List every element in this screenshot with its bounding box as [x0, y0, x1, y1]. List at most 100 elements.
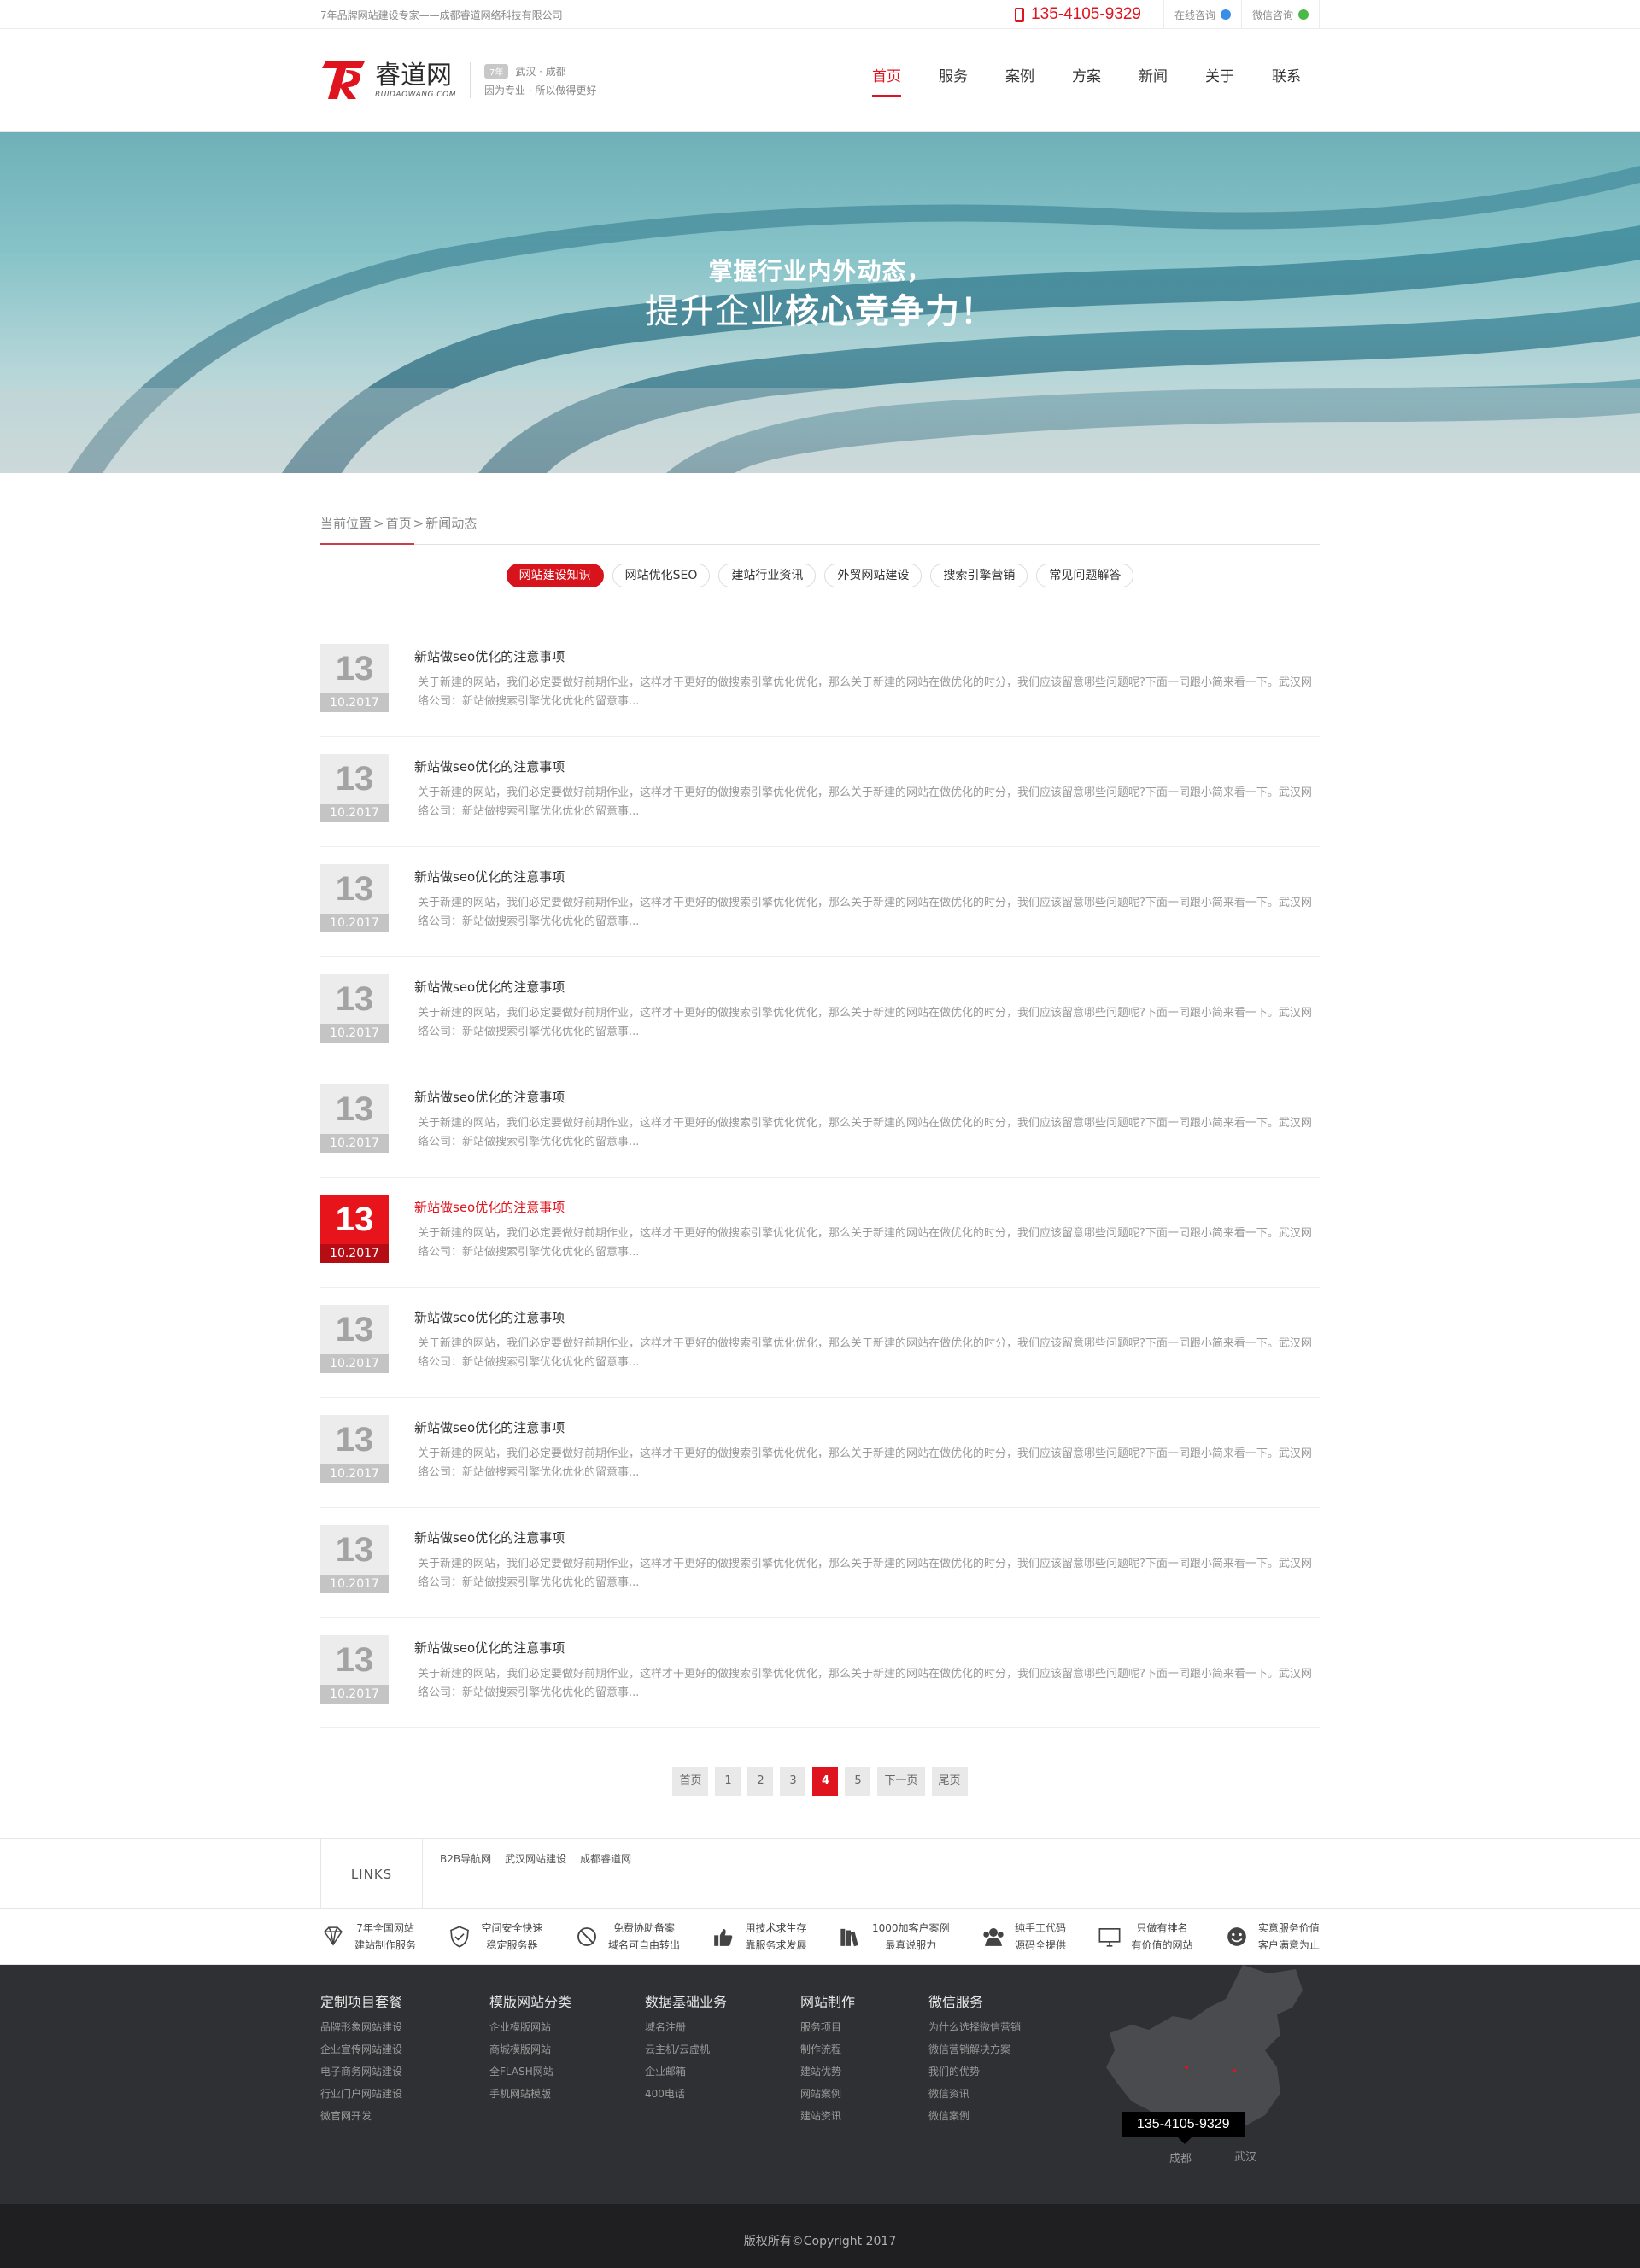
footer-link[interactable]: 全FLASH网站 — [489, 2060, 645, 2083]
tab-category[interactable]: 网站优化SEO — [612, 564, 711, 587]
next-page-button[interactable]: 下一页 — [877, 1767, 925, 1796]
news-month-year: 10.2017 — [320, 1244, 389, 1263]
nav-item-contact[interactable]: 联系 — [1253, 61, 1320, 99]
feature-line-2: 有价值的网站 — [1131, 1939, 1193, 1951]
footer-column: 模版网站分类 企业模版网站 商城模版网站 全FLASH网站 手机网站模版 — [489, 1990, 645, 2204]
map-city-chengdu[interactable]: 成都 — [1169, 2149, 1192, 2166]
top-slogan: 7年品牌网站建设专家——成都睿道网络科技有限公司 — [320, 9, 563, 21]
breadcrumb-home[interactable]: 首页 — [386, 516, 412, 531]
footer-link[interactable]: 企业宣传网站建设 — [320, 2038, 489, 2060]
news-item[interactable]: 13 10.2017 新站做seo优化的注意事项 关于新建的网站，我们必定要做好前期作… — [320, 1618, 1320, 1728]
footer-link[interactable]: 建站优势 — [800, 2060, 928, 2083]
footer-link[interactable]: 企业模版网站 — [489, 2016, 645, 2038]
online-consult-link[interactable]: 在线咨询 — [1163, 0, 1241, 29]
nav-item-about[interactable]: 关于 — [1186, 61, 1253, 99]
nav-item-cases[interactable]: 案例 — [987, 61, 1053, 99]
feature-line-2: 稳定服务器 — [486, 1939, 538, 1951]
news-title[interactable]: 新站做seo优化的注意事项 — [414, 978, 1320, 996]
footer-link[interactable]: 商城模版网站 — [489, 2038, 645, 2060]
footer-link[interactable]: 制作流程 — [800, 2038, 928, 2060]
news-summary: 关于新建的网站，我们必定要做好前期作业，这样才干更好的做搜索引擎优化优化，那么关… — [418, 1227, 1312, 1259]
nav-item-services[interactable]: 服务 — [920, 61, 987, 99]
news-item[interactable]: 13 10.2017 新站做seo优化的注意事项 关于新建的网站，我们必定要做好前期作… — [320, 1508, 1320, 1618]
site-logo[interactable]: 睿道网 RUIDAOWANG.COM 7年 武汉 · 成都 因为专业 · 所以做… — [320, 58, 596, 102]
nav-item-news[interactable]: 新闻 — [1120, 61, 1186, 99]
page-number-button[interactable]: 5 — [845, 1767, 871, 1796]
footer-link[interactable]: 域名注册 — [645, 2016, 800, 2038]
page-number-button[interactable]: 2 — [747, 1767, 774, 1796]
news-title[interactable]: 新站做seo优化的注意事项 — [414, 757, 1320, 775]
news-item[interactable]: 13 10.2017 新站做seo优化的注意事项 关于新建的网站，我们必定要做好前期作… — [320, 957, 1320, 1067]
feature-line-2: 域名可自由转出 — [607, 1939, 680, 1951]
page-number-button[interactable]: 1 — [715, 1767, 741, 1796]
footer-link[interactable]: 微信营销解决方案 — [928, 2038, 1099, 2060]
tab-category[interactable]: 搜索引擎营销 — [930, 564, 1028, 587]
footer-link[interactable]: 电子商务网站建设 — [320, 2060, 489, 2083]
footer-link[interactable]: 品牌形象网站建设 — [320, 2016, 489, 2038]
news-item[interactable]: 13 10.2017 新站做seo优化的注意事项 关于新建的网站，我们必定要做好前期作… — [320, 1178, 1320, 1288]
footer-link[interactable]: 手机网站模版 — [489, 2083, 645, 2105]
qq-icon — [1220, 9, 1231, 20]
tab-category[interactable]: 网站建设知识 — [506, 564, 604, 587]
news-item[interactable]: 13 10.2017 新站做seo优化的注意事项 关于新建的网站，我们必定要做好前期作… — [320, 737, 1320, 847]
news-date: 13 10.2017 — [320, 644, 389, 712]
tab-category[interactable]: 建站行业资讯 — [718, 564, 817, 587]
footer-link[interactable]: 建站资讯 — [800, 2105, 928, 2127]
nav-item-solutions[interactable]: 方案 — [1053, 61, 1120, 99]
footer-link[interactable]: 企业邮箱 — [645, 2060, 800, 2083]
wechat-icon — [1298, 9, 1309, 20]
tab-category[interactable]: 常见问题解答 — [1036, 564, 1134, 587]
news-title[interactable]: 新站做seo优化的注意事项 — [414, 1529, 1320, 1546]
news-date: 13 10.2017 — [320, 754, 389, 822]
feature-item: 7年全国网站 建站制作服务 — [320, 1920, 416, 1954]
page-number-button[interactable]: 3 — [780, 1767, 806, 1796]
news-title[interactable]: 新站做seo优化的注意事项 — [414, 1639, 1320, 1657]
tab-category[interactable]: 外贸网站建设 — [824, 564, 922, 587]
top-phone[interactable]: 135-4105-9329 — [1015, 5, 1163, 24]
logo-tagline: 因为专业 · 所以做得更好 — [483, 84, 597, 96]
friend-link[interactable]: 成都睿道网 — [580, 1851, 631, 1909]
news-item[interactable]: 13 10.2017 新站做seo优化的注意事项 关于新建的网站，我们必定要做好前期作… — [320, 1288, 1320, 1398]
logo-divider — [469, 62, 471, 98]
map-city-wuhan[interactable]: 武汉 — [1234, 2148, 1256, 2164]
news-month-year: 10.2017 — [320, 804, 389, 822]
news-title[interactable]: 新站做seo优化的注意事项 — [414, 1088, 1320, 1106]
feature-item: 实意服务价值 客户满意为止 — [1224, 1920, 1320, 1954]
main-nav: 首页 服务 案例 方案 新闻 关于 联系 — [853, 61, 1320, 99]
footer-link[interactable]: 云主机/云虚机 — [645, 2038, 800, 2060]
footer-column: 数据基础业务 域名注册 云主机/云虚机 企业邮箱 400电话 — [645, 1990, 800, 2204]
footer-link[interactable]: 微信资讯 — [928, 2083, 1099, 2105]
news-item[interactable]: 13 10.2017 新站做seo优化的注意事项 关于新建的网站，我们必定要做好前期作… — [320, 1398, 1320, 1508]
page-number-button[interactable]: 4 — [812, 1767, 839, 1796]
banner-line-2-plain: 提升企业 — [645, 292, 785, 331]
footer-link[interactable]: 服务项目 — [800, 2016, 928, 2038]
feature-line-2: 源码全提供 — [1014, 1939, 1066, 1951]
news-date: 13 10.2017 — [320, 1415, 389, 1483]
footer-link[interactable]: 为什么选择微信营销 — [928, 2016, 1099, 2038]
news-item[interactable]: 13 10.2017 新站做seo优化的注意事项 关于新建的网站，我们必定要做好前期作… — [320, 627, 1320, 737]
wechat-consult-link[interactable]: 微信咨询 — [1240, 0, 1320, 29]
news-title[interactable]: 新站做seo优化的注意事项 — [414, 868, 1320, 886]
first-page-button[interactable]: 首页 — [672, 1767, 709, 1796]
nav-item-home[interactable]: 首页 — [853, 61, 920, 99]
news-title[interactable]: 新站做seo优化的注意事项 — [414, 1308, 1320, 1326]
feature-line-2: 最真说服力 — [885, 1939, 937, 1951]
feature-item: 只做有排名 有价值的网站 — [1097, 1920, 1192, 1954]
footer-link[interactable]: 行业门户网站建设 — [320, 2083, 489, 2105]
news-title[interactable]: 新站做seo优化的注意事项 — [414, 647, 1320, 665]
breadcrumb-current[interactable]: 新闻动态 — [425, 516, 477, 531]
news-summary: 关于新建的网站，我们必定要做好前期作业，这样才干更好的做搜索引擎优化优化，那么关… — [418, 897, 1312, 928]
footer-link[interactable]: 网站案例 — [800, 2083, 928, 2105]
news-item[interactable]: 13 10.2017 新站做seo优化的注意事项 关于新建的网站，我们必定要做好前期作… — [320, 1067, 1320, 1178]
footer-link[interactable]: 我们的优势 — [928, 2060, 1099, 2083]
friend-link[interactable]: 武汉网站建设 — [505, 1851, 566, 1909]
footer-link[interactable]: 微官网开发 — [320, 2105, 489, 2127]
friend-links: LINKS B2B导航网 武汉网站建设 成都睿道网 — [0, 1838, 1640, 1909]
footer-link[interactable]: 400电话 — [645, 2083, 800, 2105]
news-title[interactable]: 新站做seo优化的注意事项 — [414, 1418, 1320, 1436]
last-page-button[interactable]: 尾页 — [931, 1767, 968, 1796]
footer-link[interactable]: 微信案例 — [928, 2105, 1099, 2127]
news-item[interactable]: 13 10.2017 新站做seo优化的注意事项 关于新建的网站，我们必定要做好前期作… — [320, 847, 1320, 957]
news-title[interactable]: 新站做seo优化的注意事项 — [414, 1198, 1320, 1216]
friend-link[interactable]: B2B导航网 — [440, 1851, 491, 1909]
